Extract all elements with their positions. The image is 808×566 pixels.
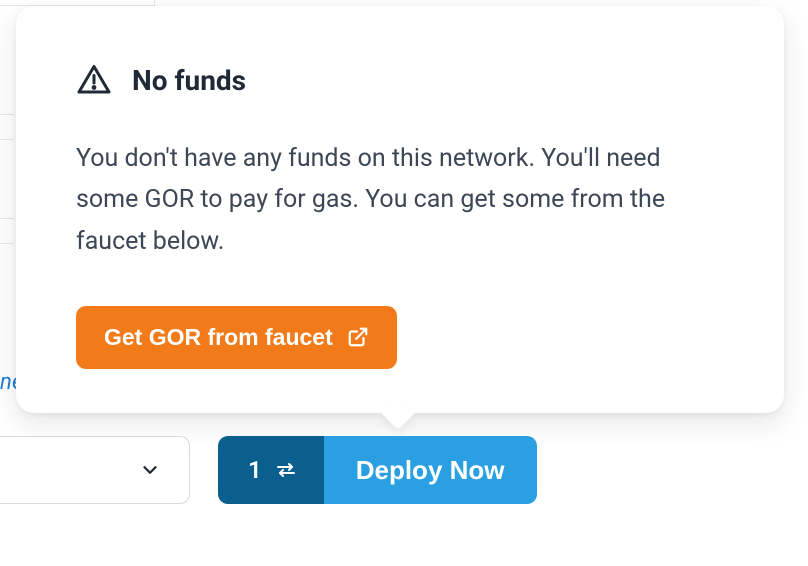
bg-border-fragment <box>0 218 14 244</box>
network-dropdown-button[interactable] <box>0 436 190 504</box>
chevron-down-icon <box>139 459 161 481</box>
transaction-count-value: 1 <box>248 456 262 484</box>
bg-border-fragment <box>0 114 14 140</box>
popover-title: No funds <box>132 64 246 97</box>
warning-icon <box>76 62 112 98</box>
swap-arrows-icon <box>274 458 298 482</box>
transaction-count-badge[interactable]: 1 <box>218 436 324 504</box>
deploy-button-group: 1 Deploy Now <box>218 436 537 504</box>
popover-body-text: You don't have any funds on this network… <box>76 138 724 262</box>
get-gor-faucet-button[interactable]: Get GOR from faucet <box>76 306 397 369</box>
external-link-icon <box>347 326 369 348</box>
deploy-button-label: Deploy Now <box>356 455 505 485</box>
popover-header: No funds <box>76 62 724 98</box>
deploy-now-button[interactable]: Deploy Now <box>324 436 537 504</box>
no-funds-popover: No funds You don't have any funds on thi… <box>16 6 784 413</box>
faucet-button-label: Get GOR from faucet <box>104 324 333 351</box>
